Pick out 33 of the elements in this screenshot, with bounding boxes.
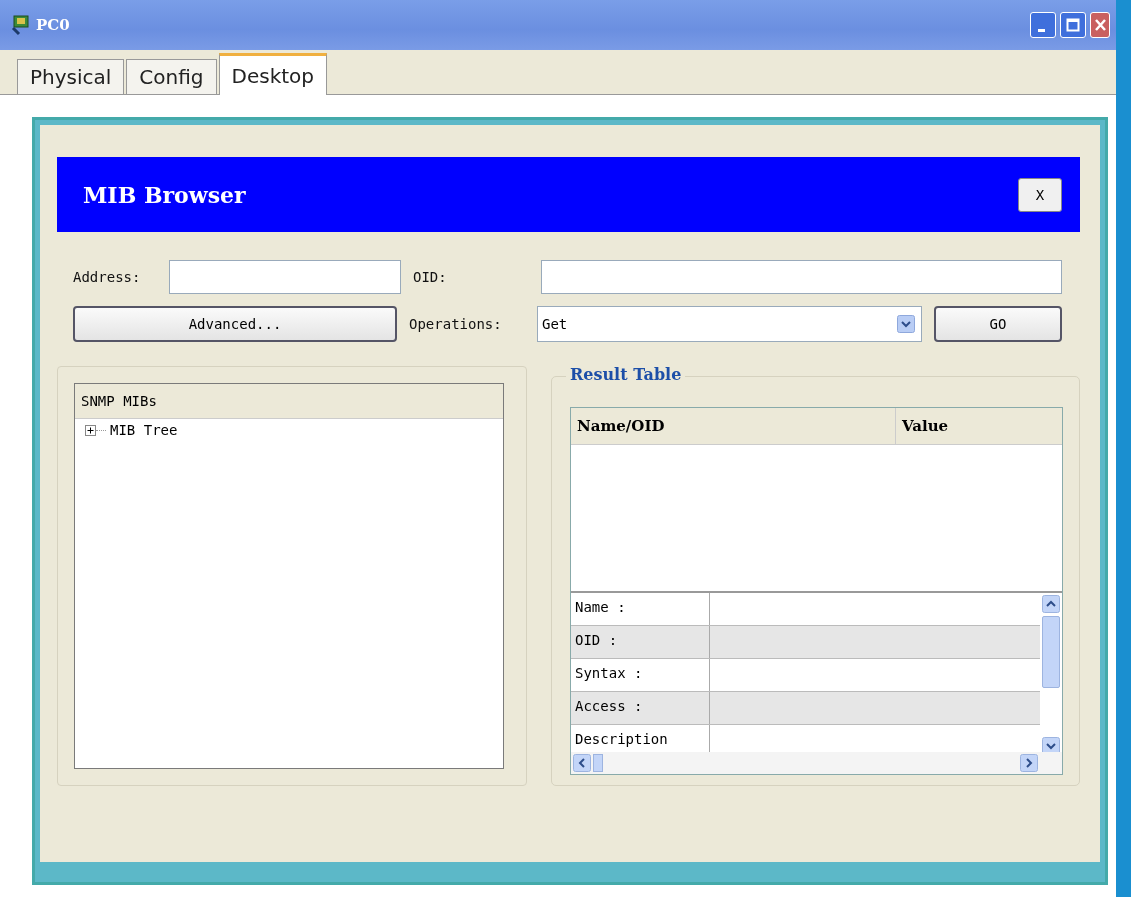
operations-label: Operations: (409, 316, 503, 332)
tab[interactable]: Desktop (218, 53, 327, 95)
expand-icon[interactable] (85, 424, 96, 436)
tree-item[interactable]: MIB Tree (110, 422, 178, 438)
advanced-button[interactable]: Advanced... (73, 306, 397, 342)
scroll-down-icon[interactable] (1042, 737, 1060, 752)
oid-field[interactable] (541, 260, 1062, 294)
vertical-scrollbar[interactable] (1040, 593, 1062, 752)
tab[interactable]: Config (126, 59, 217, 94)
close-button[interactable] (1090, 12, 1110, 38)
tree-header: SNMP MIBs (75, 384, 503, 419)
minimize-button[interactable] (1030, 12, 1056, 38)
oid-label: OID: (413, 269, 448, 285)
scroll-left-icon[interactable] (573, 754, 591, 772)
minimize-icon (1037, 28, 1045, 32)
go-button[interactable]: GO (934, 306, 1062, 342)
close-icon (1094, 18, 1106, 32)
close-button[interactable]: X (1018, 177, 1062, 212)
app-title: MIB Browser (83, 181, 246, 208)
tab[interactable]: Physical (17, 59, 125, 94)
operations-dropdown[interactable]: Get (537, 306, 922, 342)
horizontal-scrollbar[interactable] (571, 752, 1062, 774)
scroll-up-icon[interactable] (1042, 595, 1060, 613)
column-header[interactable]: Name/OID (571, 408, 896, 444)
scroll-thumb[interactable] (593, 754, 603, 772)
column-header[interactable]: Value (896, 408, 1062, 444)
maximize-icon (1066, 18, 1080, 32)
address-field[interactable] (169, 260, 401, 294)
scroll-right-icon[interactable] (1020, 754, 1038, 772)
window-title: PC0 (36, 16, 70, 34)
computer-icon (10, 14, 32, 36)
address-label: Address: (73, 269, 142, 285)
maximize-button[interactable] (1060, 12, 1086, 38)
